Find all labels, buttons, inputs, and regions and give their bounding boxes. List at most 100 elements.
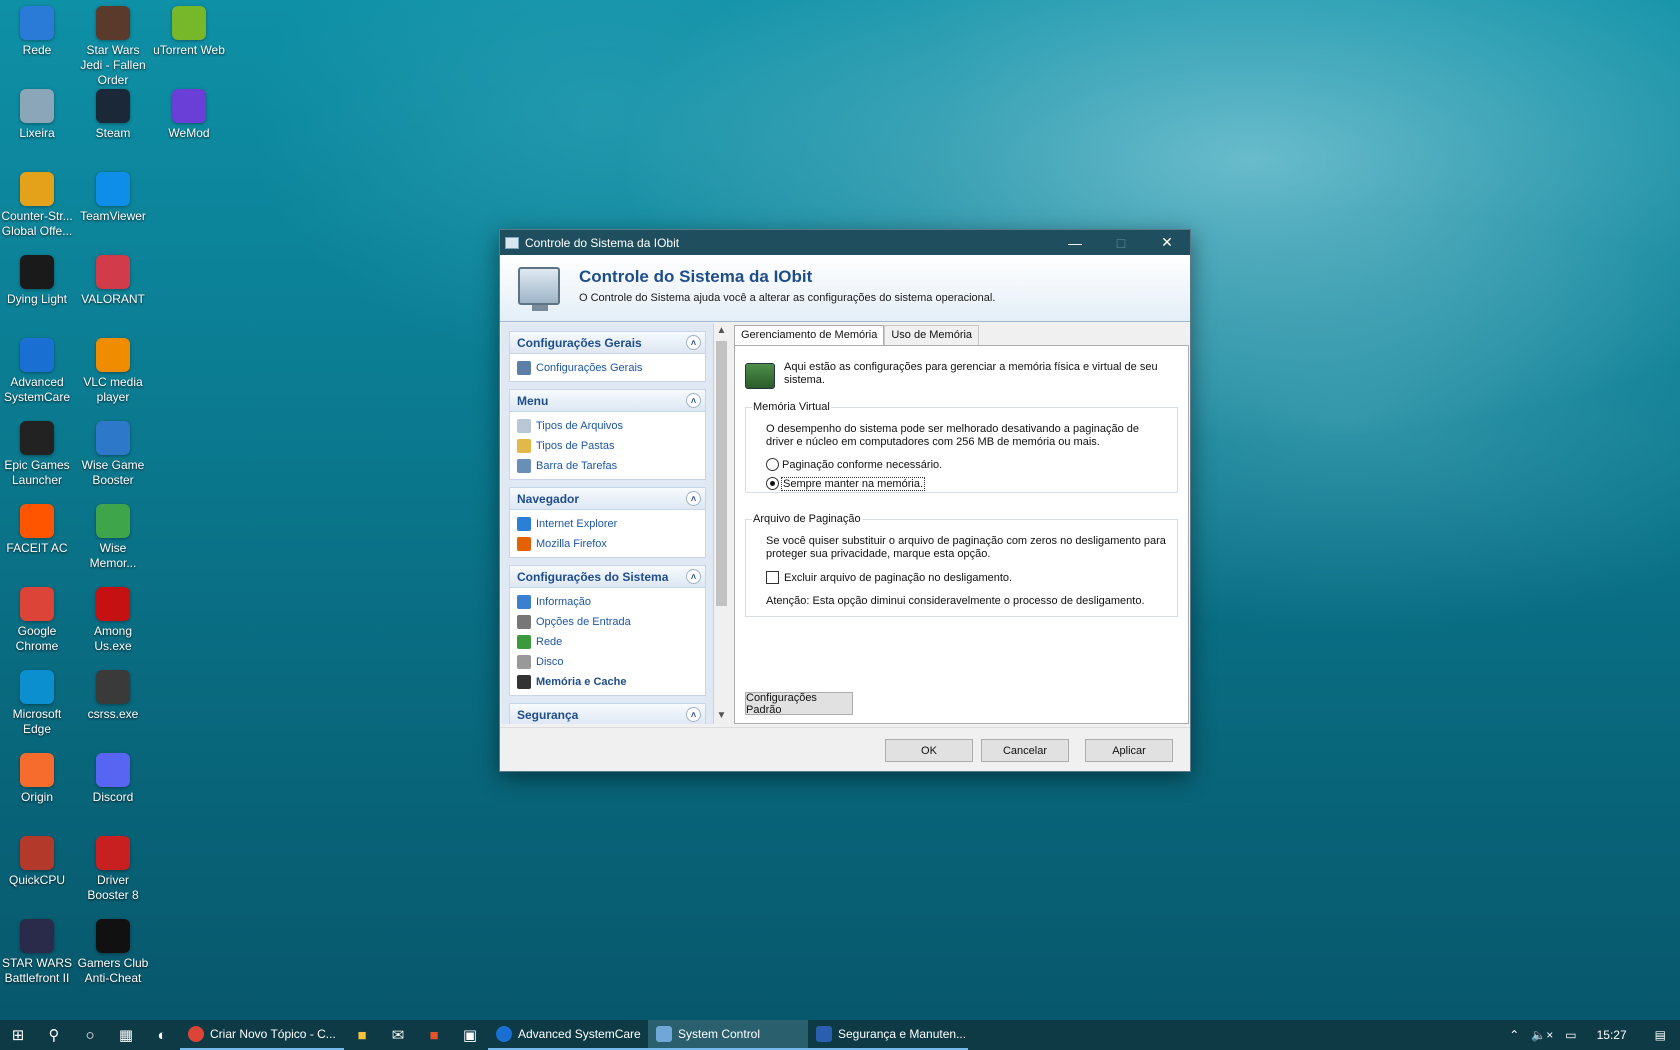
collapse-chevron-icon[interactable]: ˄ — [686, 491, 701, 506]
desktop-icon[interactable]: Wise Memor... — [75, 504, 151, 571]
desktop-icon[interactable]: Star Wars Jedi - Fallen Order — [75, 6, 151, 88]
desktop-icon[interactable]: Steam — [75, 89, 151, 141]
taskbar-app-chrome[interactable]: Criar Novo Tópico - C... — [180, 1020, 344, 1050]
desktop-icon[interactable]: Rede — [0, 6, 75, 58]
desktop-icon[interactable]: Among Us.exe — [75, 587, 151, 654]
edge-icon[interactable]: ◐ — [144, 1020, 180, 1050]
file-explorer-icon[interactable]: ■ — [344, 1020, 380, 1050]
taskbar-app-system-control[interactable]: System Control — [648, 1020, 808, 1050]
desktop-icon[interactable]: Wise Game Booster — [75, 421, 151, 488]
panel-group: Segurança ˄ — [509, 703, 706, 724]
panel-group-header[interactable]: Navegador ˄ — [509, 487, 706, 510]
tab-memory-usage[interactable]: Uso de Memória — [884, 325, 980, 345]
panel-link[interactable]: Informação — [510, 592, 705, 612]
app-shortcut-icon — [20, 338, 54, 372]
panel-link[interactable]: Disco — [510, 652, 705, 672]
clock[interactable]: 15:27 — [1583, 1028, 1641, 1042]
notification-icon[interactable]: ▤ — [1641, 1028, 1680, 1042]
desktop-icon[interactable]: Gamers Club Anti-Cheat — [75, 919, 151, 986]
mail-icon[interactable]: ✉ — [380, 1020, 416, 1050]
office-icon[interactable]: ■ — [416, 1020, 452, 1050]
title-bar[interactable]: Controle do Sistema da IObit — □ ✕ — [500, 230, 1190, 255]
desktop-icon[interactable]: WeMod — [151, 89, 227, 141]
maximize-button[interactable]: □ — [1098, 230, 1144, 255]
desktop-icon[interactable]: uTorrent Web — [151, 6, 227, 58]
checkbox[interactable] — [766, 571, 779, 584]
desktop-icon[interactable]: Epic Games Launcher — [0, 421, 75, 488]
desktop-icon[interactable]: Dying Light — [0, 255, 75, 307]
close-button[interactable]: ✕ — [1144, 230, 1190, 255]
chevron-up-icon[interactable]: ⌃ — [1503, 1028, 1525, 1042]
panel-group-header[interactable]: Configurações do Sistema ˄ — [509, 565, 706, 588]
desktop-icon[interactable]: FACEIT AC — [0, 504, 75, 556]
desktop-icon[interactable]: Discord — [75, 753, 151, 805]
folder-icon — [517, 439, 531, 453]
panel-link[interactable]: Memória e Cache — [510, 672, 705, 692]
collapse-chevron-icon[interactable]: ˄ — [686, 393, 701, 408]
desktop-icon[interactable]: Lixeira — [0, 89, 75, 141]
taskbar-app-label: System Control — [678, 1027, 761, 1041]
radio-button[interactable] — [766, 458, 779, 471]
scroll-down-icon[interactable]: ▼ — [714, 708, 729, 724]
panel-group-header[interactable]: Menu ˄ — [509, 389, 706, 412]
minimize-button[interactable]: — — [1052, 230, 1098, 255]
desktop-icon[interactable]: Microsoft Edge — [0, 670, 75, 737]
collapse-chevron-icon[interactable]: ˄ — [686, 707, 701, 722]
panel-link[interactable]: Barra de Tarefas — [510, 456, 705, 476]
left-panel-scrollbar[interactable]: ▲ ▼ — [713, 323, 729, 724]
desktop-icon[interactable]: Counter-Str... Global Offe... — [0, 172, 75, 239]
cancel-button[interactable]: Cancelar — [981, 739, 1069, 762]
collapse-chevron-icon[interactable]: ˄ — [686, 569, 701, 584]
desktop-icon[interactable]: QuickCPU — [0, 836, 75, 888]
radio-button-selected[interactable] — [766, 477, 779, 490]
system-control-icon — [656, 1026, 672, 1042]
app-shortcut-icon — [20, 89, 54, 123]
ok-button[interactable]: OK — [885, 739, 973, 762]
cortana-icon[interactable]: ○ — [72, 1020, 108, 1050]
scroll-up-icon[interactable]: ▲ — [714, 323, 729, 339]
network-icon[interactable]: ▭ — [1559, 1028, 1582, 1042]
search-icon[interactable]: ⚲ — [36, 1020, 72, 1050]
tab-memory-management[interactable]: Gerenciamento de Memória — [734, 325, 885, 346]
taskbar-icon — [517, 459, 531, 473]
panel-link[interactable]: Tipos de Arquivos — [510, 416, 705, 436]
task-view-icon[interactable]: ▦ — [108, 1020, 144, 1050]
desktop-icon[interactable]: TeamViewer — [75, 172, 151, 224]
store-icon[interactable]: ▣ — [452, 1020, 488, 1050]
panel-link[interactable]: Tipos de Pastas — [510, 436, 705, 456]
desktop-icon[interactable]: Advanced SystemCare — [0, 338, 75, 405]
app-shortcut-icon — [172, 6, 206, 40]
panel-group-header[interactable]: Segurança ˄ — [509, 703, 706, 724]
desktop-icon[interactable]: Driver Booster 8 — [75, 836, 151, 903]
panel-link[interactable]: Internet Explorer — [510, 514, 705, 534]
app-shortcut-icon — [20, 504, 54, 538]
default-settings-button[interactable]: Configurações Padrão — [745, 692, 853, 716]
desktop-icon[interactable]: Origin — [0, 753, 75, 805]
panel-link[interactable]: Mozilla Firefox — [510, 534, 705, 554]
radio-paging-as-needed[interactable]: Paginação conforme necessário. — [766, 458, 942, 471]
panel-link[interactable]: Rede — [510, 632, 705, 652]
virtual-memory-text: O desempenho do sistema pode ser melhora… — [766, 423, 1140, 448]
taskbar-app-security-maintenance[interactable]: Segurança e Manuten... — [808, 1020, 968, 1050]
radio-always-in-memory[interactable]: Sempre manter na memória. — [766, 476, 925, 491]
ie-icon — [517, 517, 531, 531]
checkbox-clear-paging-file[interactable]: Excluir arquivo de paginação no desligam… — [766, 571, 1012, 584]
paging-file-text: Se você quiser substituir o arquivo de p… — [766, 535, 1166, 560]
desktop-icon[interactable]: csrss.exe — [75, 670, 151, 722]
taskbar-app-label: Criar Novo Tópico - C... — [210, 1027, 336, 1041]
collapse-chevron-icon[interactable]: ˄ — [686, 335, 701, 350]
desktop-icon[interactable]: VALORANT — [75, 255, 151, 307]
panel-group-header[interactable]: Configurações Gerais ˄ — [509, 331, 706, 354]
desktop-icon[interactable]: VLC media player — [75, 338, 151, 405]
volume-muted-icon[interactable]: 🔈× — [1525, 1028, 1559, 1042]
panel-group-title: Configurações Gerais — [517, 335, 642, 350]
apply-button[interactable]: Aplicar — [1085, 739, 1173, 762]
scroll-thumb[interactable] — [716, 341, 727, 606]
taskbar-app-advanced-systemcare[interactable]: Advanced SystemCare — [488, 1020, 648, 1050]
start-icon[interactable]: ⊞ — [0, 1020, 36, 1050]
panel-link[interactable]: Configurações Gerais — [510, 358, 705, 378]
desktop-icon-label: uTorrent Web — [153, 43, 225, 57]
desktop-icon[interactable]: Google Chrome — [0, 587, 75, 654]
panel-link[interactable]: Opções de Entrada — [510, 612, 705, 632]
desktop-icon[interactable]: STAR WARS Battlefront II — [0, 919, 75, 986]
